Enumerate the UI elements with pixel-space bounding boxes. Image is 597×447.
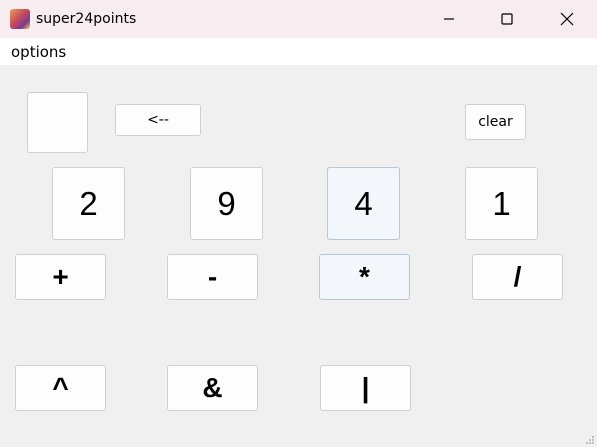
backspace-button[interactable]: <-- xyxy=(115,104,201,136)
card-button-1[interactable]: 2 xyxy=(52,167,125,240)
expression-display xyxy=(27,92,88,153)
resize-grip-icon[interactable] xyxy=(585,435,595,445)
maximize-icon xyxy=(501,13,513,25)
close-icon xyxy=(560,12,574,26)
minus-button[interactable]: - xyxy=(167,254,258,300)
card-button-4[interactable]: 1 xyxy=(465,167,538,240)
title-bar: super24points xyxy=(0,0,597,38)
menu-options[interactable]: options xyxy=(11,43,66,61)
clear-button[interactable]: clear xyxy=(465,104,526,140)
window-title: super24points xyxy=(36,11,137,27)
maximize-button[interactable] xyxy=(484,0,530,38)
minimize-icon xyxy=(444,18,454,20)
minimize-button[interactable] xyxy=(426,0,472,38)
power-button[interactable]: ^ xyxy=(15,365,106,411)
divide-button[interactable]: / xyxy=(472,254,563,300)
or-button[interactable]: | xyxy=(320,365,411,411)
close-button[interactable] xyxy=(544,0,590,38)
menu-bar: options xyxy=(0,38,597,65)
card-button-3[interactable]: 4 xyxy=(327,167,400,240)
card-button-2[interactable]: 9 xyxy=(190,167,263,240)
app-icon xyxy=(10,9,30,29)
multiply-button[interactable]: * xyxy=(319,254,410,300)
and-button[interactable]: & xyxy=(167,365,258,411)
plus-button[interactable]: + xyxy=(15,254,106,300)
